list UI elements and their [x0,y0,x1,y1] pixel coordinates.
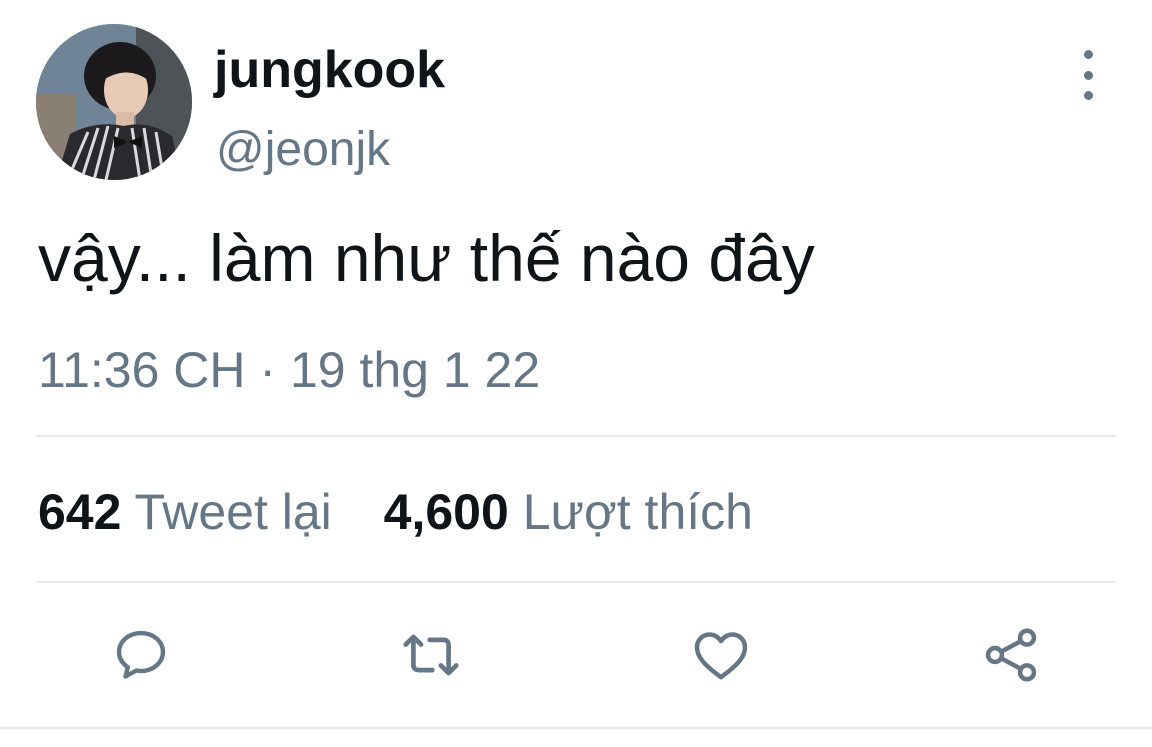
retweet-count-link[interactable]: 642 Tweet lại [38,480,332,544]
divider [0,727,1152,729]
like-button[interactable] [686,620,756,690]
like-count-link[interactable]: 4,600 Lượt thích [384,480,753,544]
heart-icon [694,632,748,680]
tweet-detail: jungkook @jeonjk vậy... làm như thế nào … [0,0,1152,747]
retweet-label: Tweet lại [134,484,332,540]
tweet-stats: 642 Tweet lại 4,600 Lượt thích [38,480,753,544]
like-label: Lượt thích [522,484,753,540]
more-options-button[interactable] [1066,50,1110,100]
divider [36,581,1116,583]
tweet-timestamp[interactable]: 11:36 CH · 19 thg 1 22 [38,338,540,402]
share-icon [985,628,1037,682]
more-dot-icon [1083,70,1093,80]
author-handle[interactable]: @jeonjk [216,118,390,182]
share-button[interactable] [976,620,1046,690]
author-display-name[interactable]: jungkook [214,38,445,102]
more-dot-icon [1083,50,1093,59]
retweet-icon [403,634,459,676]
like-count: 4,600 [383,484,509,540]
avatar-photo-icon [36,24,192,180]
tweet-text: vậy... làm như thế nào đây [38,221,815,295]
divider [36,435,1116,437]
more-dot-icon [1083,91,1093,100]
reply-button[interactable] [106,620,176,690]
retweet-count: 642 [38,484,122,540]
retweet-button[interactable] [396,620,466,690]
author-avatar[interactable] [36,24,192,180]
reply-icon [116,630,166,679]
